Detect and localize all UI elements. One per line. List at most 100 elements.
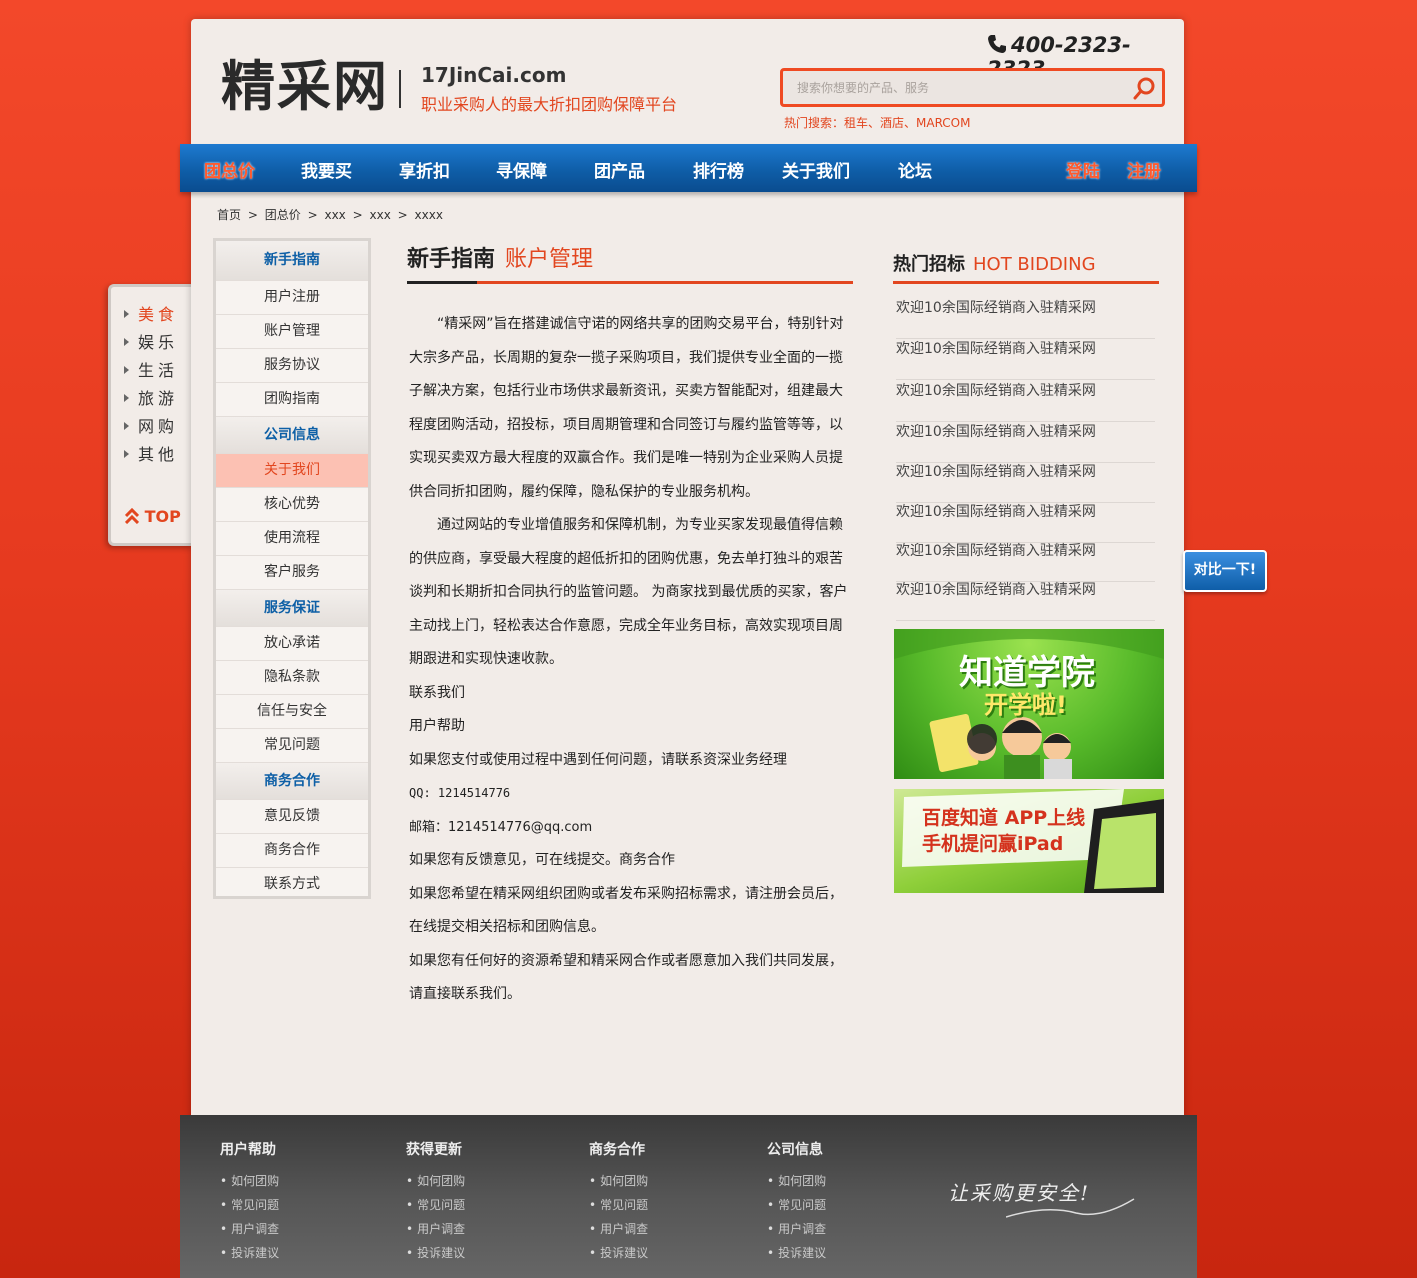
arrow-right-icon — [124, 450, 129, 458]
user-help-text: 用户帮助 — [409, 718, 465, 734]
footer-link[interactable]: 如何团购 — [767, 1169, 826, 1193]
sidebar-item-contact[interactable]: 联系方式 — [216, 868, 368, 901]
sidebar-item-process[interactable]: 使用流程 — [216, 522, 368, 556]
sidebar-item-feedback[interactable]: 意见反馈 — [216, 800, 368, 834]
footer-link[interactable]: 用户调查 — [767, 1217, 826, 1241]
footer-link[interactable]: 常见问题 — [767, 1193, 826, 1217]
search-box — [780, 68, 1165, 107]
hot-bidding-item[interactable]: 欢迎10余国际经销商入驻精采网 — [896, 502, 1155, 543]
float-item-shopping[interactable]: 网购 — [124, 413, 178, 437]
footer-link[interactable]: 如何团购 — [220, 1169, 279, 1193]
back-to-top-button[interactable]: TOP — [124, 507, 181, 526]
sidebar-item-trust[interactable]: 信任与安全 — [216, 695, 368, 729]
footer-column-title: 用户帮助 — [220, 1142, 276, 1158]
nav-item-buy[interactable]: 我要买 — [301, 157, 352, 182]
breadcrumb-item[interactable]: xxx — [370, 208, 391, 222]
page-container: 精采网 17JinCai.com 职业采购人的最大折扣团购保障平台 400-23… — [191, 19, 1184, 1278]
footer-link[interactable]: 用户调查 — [220, 1217, 279, 1241]
content-paragraph: 通过网站的专业增值服务和保障机制，为专业买家发现最值得信赖的供应商，享受最大程度… — [409, 517, 848, 667]
hot-bidding-item[interactable]: 欢迎10余国际经销商入驻精采网 — [896, 422, 1155, 463]
nav-item-about[interactable]: 关于我们 — [782, 157, 850, 182]
float-item-life[interactable]: 生活 — [124, 357, 178, 381]
site-logo[interactable]: 精采网 — [221, 57, 389, 117]
breadcrumb-item[interactable]: xxx — [324, 208, 345, 222]
sidebar-item-agreement[interactable]: 服务协议 — [216, 349, 368, 383]
search-input[interactable] — [783, 71, 1127, 104]
nav-item-ranking[interactable]: 排行榜 — [693, 157, 744, 182]
arrow-right-icon — [124, 310, 129, 318]
sidebar-item-about[interactable]: 关于我们 — [216, 454, 368, 488]
compare-button[interactable]: 对比一下! — [1183, 550, 1267, 592]
float-item-travel[interactable]: 旅游 — [124, 385, 178, 409]
sidebar-item-faq[interactable]: 常见问题 — [216, 729, 368, 763]
footer-link[interactable]: 投诉建议 — [767, 1241, 826, 1265]
breadcrumb-item[interactable]: 团总价 — [265, 208, 301, 222]
sidebar-item-advantages[interactable]: 核心优势 — [216, 488, 368, 522]
nav-item-guarantee[interactable]: 寻保障 — [496, 157, 547, 182]
banner-headline: 百度知道 APP上线 — [922, 807, 1086, 829]
footer-link[interactable]: 投诉建议 — [589, 1241, 648, 1265]
partnership-text: 如果您有任何好的资源希望和精采网合作或者愿意加入我们共同发展，请直接联系我们。 — [409, 952, 843, 1003]
footer-column-updates: 获得更新 如何团购 常见问题 用户调查 投诉建议 — [406, 1139, 465, 1265]
sidebar-item-promise[interactable]: 放心承诺 — [216, 627, 368, 661]
content-title-underline — [407, 281, 853, 284]
slogan-swoosh — [1006, 1198, 1135, 1218]
feedback-text: 如果您有反馈意见，可在线提交。商务合作 — [409, 852, 675, 868]
sidebar-item-account[interactable]: 账户管理 — [216, 315, 368, 349]
hot-bidding-item[interactable]: 欢迎10余国际经销商入驻精采网 — [896, 541, 1155, 582]
sidebar-item-service[interactable]: 客户服务 — [216, 556, 368, 590]
content-title-sub: 账户管理 — [505, 247, 594, 272]
footer-column-title: 商务合作 — [589, 1142, 645, 1158]
baidu-zhidao-app-banner[interactable]: 百度知道 APP上线 手机提问赢iPad — [894, 789, 1164, 893]
footer-link[interactable]: 常见问题 — [406, 1193, 465, 1217]
footer-link[interactable]: 用户调查 — [406, 1217, 465, 1241]
float-item-other[interactable]: 其他 — [124, 441, 178, 465]
support-text: 如果您支付或使用过程中遇到任何问题，请联系资深业务经理 — [409, 751, 787, 768]
breadcrumb-separator: > — [247, 208, 258, 222]
footer: 用户帮助 如何团购 常见问题 用户调查 投诉建议 获得更新 如何团购 常见问题 … — [180, 1115, 1197, 1278]
logo-divider — [399, 70, 401, 108]
footer-column-business: 商务合作 如何团购 常见问题 用户调查 投诉建议 — [589, 1139, 648, 1265]
hot-bidding-item[interactable]: 欢迎10余国际经销商入驻精采网 — [896, 462, 1155, 503]
footer-link[interactable]: 如何团购 — [589, 1169, 648, 1193]
search-icon[interactable] — [1132, 75, 1158, 101]
banner-subline: 手机提问赢iPad — [922, 833, 1064, 855]
phone-icon — [988, 35, 1006, 53]
breadcrumb-separator: > — [307, 208, 318, 222]
sidebar-item-group-guide[interactable]: 团购指南 — [216, 383, 368, 417]
arrow-right-icon — [124, 366, 129, 374]
breadcrumb-current: xxxx — [414, 208, 443, 222]
footer-link[interactable]: 投诉建议 — [406, 1241, 465, 1265]
nav-item-products[interactable]: 团产品 — [594, 157, 645, 182]
hot-bidding-item[interactable]: 欢迎10余国际经销商入驻精采网 — [896, 298, 1155, 339]
float-item-label: 旅游 — [138, 389, 179, 408]
nav-item-group-price[interactable]: 团总价 — [204, 157, 255, 182]
content-title: 新手指南 账户管理 — [407, 241, 593, 273]
underline-accent — [407, 281, 477, 284]
float-item-food[interactable]: 美食 — [124, 301, 178, 325]
sidebar-item-register[interactable]: 用户注册 — [216, 281, 368, 315]
breadcrumb-separator: > — [397, 208, 408, 222]
float-item-entertainment[interactable]: 娱乐 — [124, 329, 178, 353]
login-button[interactable]: 登陆 — [1066, 157, 1100, 182]
footer-link[interactable]: 投诉建议 — [220, 1241, 279, 1265]
footer-link[interactable]: 如何团购 — [406, 1169, 465, 1193]
footer-link[interactable]: 常见问题 — [220, 1193, 279, 1217]
zhidao-academy-banner[interactable]: 知道学院 开学啦! — [894, 629, 1164, 779]
register-button[interactable]: 注册 — [1127, 157, 1161, 182]
hot-bidding-item[interactable]: 欢迎10余国际经销商入驻精采网 — [896, 381, 1155, 422]
footer-link[interactable]: 常见问题 — [589, 1193, 648, 1217]
hot-search-terms[interactable]: 热门搜索：租车、酒店、MARCOM — [784, 114, 970, 131]
hot-bidding-item[interactable]: 欢迎10余国际经销商入驻精采网 — [896, 339, 1155, 380]
content-paragraph: “精采网”旨在搭建诚信守诺的网络共享的团购交易平台，特别针对大宗多产品，长周期的… — [409, 316, 844, 500]
nav-item-forum[interactable]: 论坛 — [898, 157, 932, 182]
footer-link[interactable]: 用户调查 — [589, 1217, 648, 1241]
breadcrumb-home[interactable]: 首页 — [217, 208, 241, 222]
nav-item-discount[interactable]: 享折扣 — [399, 157, 450, 182]
hot-bidding-item[interactable]: 欢迎10余国际经销商入驻精采网 — [896, 580, 1155, 621]
sidebar-item-privacy[interactable]: 隐私条款 — [216, 661, 368, 695]
sidebar-item-cooperation[interactable]: 商务合作 — [216, 834, 368, 868]
arrow-right-icon — [124, 422, 129, 430]
breadcrumb-separator: > — [352, 208, 363, 222]
arrow-right-icon — [124, 394, 129, 402]
